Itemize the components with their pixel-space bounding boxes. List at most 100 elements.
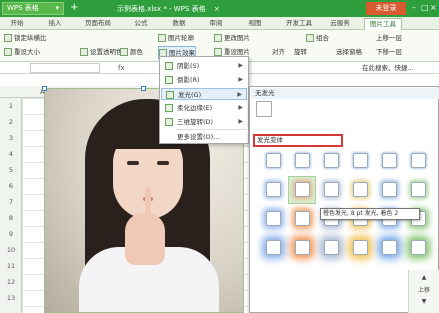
rotate-button[interactable]: 旋转 <box>294 46 307 59</box>
tab-page-layout[interactable]: 页面布局 <box>80 18 116 30</box>
menu-item-soft-edges[interactable]: 柔化边缘(E) ▶ <box>161 102 247 114</box>
rotate-3d-icon <box>165 118 173 126</box>
glow-swatch[interactable] <box>353 153 368 168</box>
menu-item-reflection[interactable]: 倒影(R) ▶ <box>161 74 247 86</box>
no-glow-option[interactable] <box>256 101 272 117</box>
row-label[interactable]: 7 <box>0 198 22 206</box>
lock-ratio-checkbox[interactable]: 锁定纵横比 <box>4 32 47 45</box>
glow-swatch[interactable] <box>353 182 368 197</box>
combine-button[interactable]: 组合 <box>306 32 329 45</box>
chevron-right-icon: ▶ <box>238 76 243 83</box>
image-icon <box>214 34 222 42</box>
scroll-up-icon[interactable]: ▲ <box>413 274 435 281</box>
swatch-tooltip: 橙色发光, 8 pt 发光, 着色 2 <box>320 208 420 220</box>
tab-review[interactable]: 审阅 <box>205 18 227 30</box>
scroll-down-icon[interactable]: ▼ <box>413 298 435 305</box>
row-label[interactable]: 8 <box>0 214 22 222</box>
glow-swatch[interactable] <box>266 182 281 197</box>
row-label[interactable]: 1 <box>0 102 22 110</box>
row-label[interactable]: 9 <box>0 230 22 238</box>
close-tab-icon[interactable]: × <box>214 3 220 15</box>
fx-icon[interactable]: fx <box>118 62 125 74</box>
menu-item-shadow[interactable]: 阴影(S) ▶ <box>161 60 247 72</box>
glow-swatch[interactable] <box>353 240 368 255</box>
tab-image-tools[interactable]: 图片工具 <box>364 18 402 30</box>
row-label[interactable]: 11 <box>0 262 22 270</box>
search-hint[interactable]: 在此搜索、快捷... <box>362 62 414 74</box>
glow-icon <box>166 91 174 99</box>
align-button[interactable]: 对齐 <box>272 46 285 59</box>
close-icon[interactable]: × <box>430 3 437 12</box>
no-glow-header: 无发光 <box>251 88 439 99</box>
tab-cloud[interactable]: 云服务 <box>326 18 354 30</box>
tab-home[interactable]: 开始 <box>6 18 28 30</box>
resize-handle[interactable] <box>141 86 146 91</box>
checkbox-icon <box>4 34 12 42</box>
shadow-icon <box>165 62 173 70</box>
picture-contour-button[interactable]: 图片轮廓 <box>158 32 194 45</box>
color-icon <box>120 48 128 56</box>
menu-separator <box>176 129 246 130</box>
glow-swatch[interactable] <box>295 211 310 226</box>
minimize-icon[interactable]: – <box>412 3 416 12</box>
row-label[interactable]: 3 <box>0 134 22 142</box>
glow-swatch[interactable] <box>411 153 426 168</box>
color-button[interactable]: 颜色 <box>120 46 143 59</box>
soft-edges-icon <box>165 104 173 112</box>
new-tab-icon[interactable]: + <box>70 3 80 13</box>
row-label[interactable]: 2 <box>0 118 22 126</box>
reflection-icon <box>165 76 173 84</box>
row-label[interactable]: 12 <box>0 278 22 286</box>
glow-swatch[interactable] <box>382 153 397 168</box>
resize-handle[interactable] <box>42 86 47 91</box>
selection-pane-button[interactable]: 选择窗格 <box>336 46 362 59</box>
glow-swatch[interactable] <box>266 240 281 255</box>
glow-variants-header: 发光变体 <box>253 134 343 147</box>
chevron-down-icon: ▾ <box>55 4 59 12</box>
menu-item-glow[interactable]: 发光(G) ▶ <box>161 88 247 100</box>
title-bar: WPS 表格 ▾ + 示例表格.xlsx * - WPS 表格 × 未登录 – … <box>0 0 439 17</box>
row-label[interactable]: 13 <box>0 294 22 302</box>
glow-swatch[interactable] <box>324 240 339 255</box>
menu-item-3d-rotation[interactable]: 三维旋转(D) ▶ <box>161 116 247 128</box>
row-label[interactable]: 10 <box>0 246 22 254</box>
chevron-right-icon: ▶ <box>238 62 243 69</box>
document-tab[interactable]: 示例表格.xlsx * - WPS 表格 × <box>117 3 307 17</box>
reset-icon <box>214 48 222 56</box>
glow-swatch[interactable] <box>266 153 281 168</box>
row-label[interactable]: 5 <box>0 166 22 174</box>
tab-developer[interactable]: 开发工具 <box>282 18 316 30</box>
change-picture-button[interactable]: 更改图片 <box>214 32 250 45</box>
transparent-color-button[interactable]: 设置透明色 <box>80 46 123 59</box>
tab-insert[interactable]: 插入 <box>44 18 66 30</box>
menu-item-more-settings[interactable]: 更多设置(O)... <box>161 131 247 143</box>
chevron-right-icon: ▶ <box>238 104 243 111</box>
row-label[interactable]: 4 <box>0 150 22 158</box>
glow-swatch[interactable] <box>266 211 281 226</box>
tab-formulas[interactable]: 公式 <box>130 18 152 30</box>
glow-swatch[interactable] <box>382 182 397 197</box>
eyedropper-icon <box>80 48 88 56</box>
glow-swatch[interactable] <box>295 182 310 197</box>
glow-swatch[interactable] <box>295 153 310 168</box>
reset-size-button[interactable]: 重设大小 <box>4 46 40 59</box>
contour-icon <box>158 34 166 42</box>
send-backward-button[interactable]: 下移一层 <box>376 46 402 59</box>
tab-view[interactable]: 视图 <box>244 18 266 30</box>
picture-effect-menu: 阴影(S) ▶ 倒影(R) ▶ 发光(G) ▶ 柔化边缘(E) ▶ 三维旋转(D… <box>159 56 249 144</box>
login-button[interactable]: 未登录 <box>366 2 406 15</box>
glow-swatch[interactable] <box>324 182 339 197</box>
app-menu-button[interactable]: WPS 表格 ▾ <box>2 2 64 15</box>
move-up-button[interactable]: 上移 <box>413 285 435 294</box>
glow-swatch[interactable] <box>411 182 426 197</box>
glow-swatch[interactable] <box>411 240 426 255</box>
glow-swatch[interactable] <box>295 240 310 255</box>
tab-data[interactable]: 数据 <box>168 18 190 30</box>
name-box[interactable] <box>30 63 100 73</box>
glow-swatch[interactable] <box>382 240 397 255</box>
bring-forward-button[interactable]: 上移一层 <box>376 32 402 45</box>
glow-swatch[interactable] <box>324 153 339 168</box>
row-label[interactable]: 6 <box>0 182 22 190</box>
app-name: WPS 表格 <box>7 4 39 12</box>
maximize-icon[interactable]: □ <box>421 3 429 12</box>
